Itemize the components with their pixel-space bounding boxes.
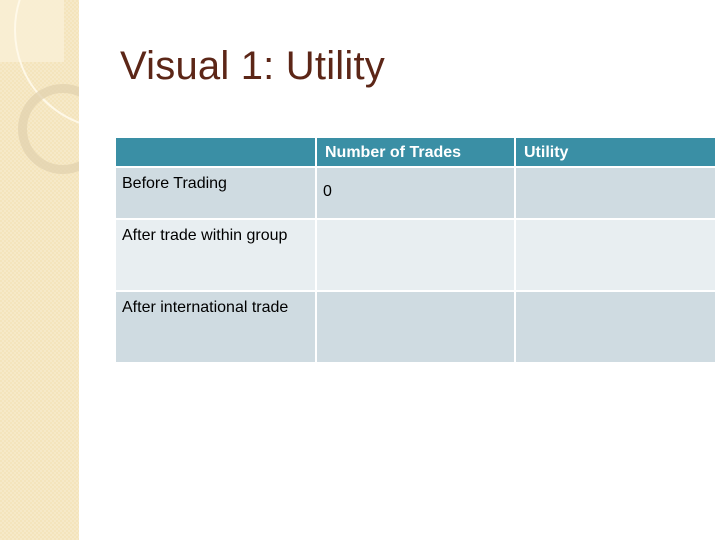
decorative-side-strip	[0, 0, 79, 540]
decorative-ring	[18, 84, 79, 174]
utility-table: Number of Trades Utility Before Trading …	[114, 138, 717, 362]
row-label: After trade within group	[116, 218, 315, 290]
number-of-trades-cell	[317, 218, 514, 290]
table-row: After international trade	[116, 290, 715, 362]
table-row: Before Trading 0	[116, 166, 715, 218]
utility-cell	[516, 166, 715, 218]
utility-cell	[516, 290, 715, 362]
number-of-trades-cell: 0	[317, 166, 514, 218]
row-label: After international trade	[116, 290, 315, 362]
table-header-row: Number of Trades Utility	[116, 138, 715, 166]
header-number-of-trades: Number of Trades	[317, 138, 514, 166]
utility-cell	[516, 218, 715, 290]
header-utility: Utility	[516, 138, 715, 166]
row-label: Before Trading	[116, 166, 315, 218]
header-empty	[116, 138, 315, 166]
number-of-trades-cell	[317, 290, 514, 362]
slide-title: Visual 1: Utility	[120, 44, 385, 88]
table-row: After trade within group	[116, 218, 715, 290]
